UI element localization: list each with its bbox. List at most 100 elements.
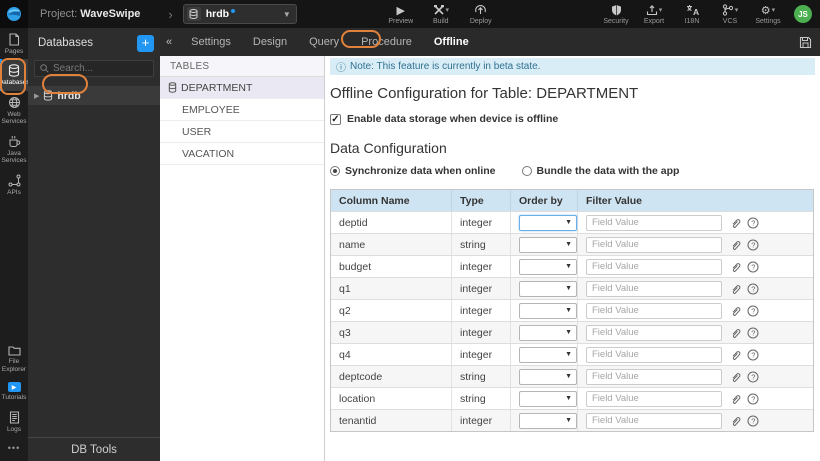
order-by-select[interactable]: ▼	[519, 280, 577, 297]
log-file-icon	[9, 410, 19, 424]
header-column-name: Column Name	[331, 190, 452, 211]
filter-value-input[interactable]	[586, 280, 722, 297]
vcs-button[interactable]: ▾ VCS	[714, 4, 746, 25]
export-button[interactable]: ▾ Export	[638, 4, 670, 25]
panel-title: Databases	[38, 37, 93, 49]
filter-value-input[interactable]	[586, 302, 722, 319]
bind-variable-paperclip-icon[interactable]	[730, 217, 741, 229]
table-item-department[interactable]: DEPARTMENT	[160, 77, 324, 99]
user-avatar[interactable]: JS	[794, 5, 812, 23]
tab-offline[interactable]: Offline	[423, 28, 480, 56]
table-item-employee[interactable]: EMPLOYEE	[160, 99, 324, 121]
help-icon[interactable]: ?	[747, 393, 759, 405]
tab-query[interactable]: Query	[298, 28, 350, 56]
row-actions: ?	[730, 283, 759, 295]
database-search-input[interactable]: Search...	[34, 60, 154, 77]
preview-button[interactable]: ▶ Preview	[385, 4, 417, 25]
bind-variable-paperclip-icon[interactable]	[730, 239, 741, 251]
chevron-down-icon: ▼	[565, 351, 572, 358]
more-options-icon[interactable]: •••	[0, 437, 28, 461]
security-button[interactable]: Security	[600, 4, 632, 25]
wavemaker-logo[interactable]	[0, 0, 28, 28]
deploy-cloud-icon	[474, 4, 487, 17]
help-icon[interactable]: ?	[747, 217, 759, 229]
sidebar-item-pages[interactable]: Pages	[0, 28, 28, 59]
order-by-select[interactable]: ▼	[519, 302, 577, 319]
row-actions: ?	[730, 217, 759, 229]
cell-filter-value: ?	[578, 212, 813, 233]
filter-value-input[interactable]	[586, 214, 722, 231]
svg-text:?: ?	[751, 262, 755, 271]
sidebar-item-web-services[interactable]: Web Services	[0, 91, 28, 130]
filter-value-input[interactable]	[586, 258, 722, 275]
cell-order-by: ▼	[511, 256, 578, 277]
order-by-select[interactable]: ▼	[519, 324, 577, 341]
tab-design[interactable]: Design	[242, 28, 298, 56]
collapse-panel-icon[interactable]: «	[160, 36, 180, 48]
bind-variable-paperclip-icon[interactable]	[730, 349, 741, 361]
filter-value-input[interactable]	[586, 412, 722, 429]
add-database-button[interactable]: +	[137, 34, 154, 52]
chevron-down-icon: ▾	[734, 7, 739, 14]
chevron-down-icon: ▼	[565, 329, 572, 336]
order-by-select[interactable]: ▼	[519, 236, 577, 253]
deploy-button[interactable]: Deploy	[465, 4, 497, 25]
radio-synchronize-online[interactable]: Synchronize data when online	[330, 165, 496, 177]
sidebar-item-file-explorer[interactable]: File Explorer	[0, 340, 28, 377]
filter-value-input[interactable]	[586, 346, 722, 363]
table-icon	[168, 82, 177, 93]
database-tree-item-hrdb[interactable]: ▶ hrdb	[28, 86, 160, 105]
save-icon[interactable]	[799, 36, 812, 49]
order-by-select[interactable]: ▼	[519, 258, 577, 275]
order-by-select[interactable]: ▼	[519, 346, 577, 363]
help-icon[interactable]: ?	[747, 305, 759, 317]
sidebar-item-apis[interactable]: APIs	[0, 169, 28, 200]
i18n-button[interactable]: A I18N	[676, 4, 708, 25]
shield-icon	[611, 4, 622, 17]
bind-variable-paperclip-icon[interactable]	[730, 283, 741, 295]
cell-filter-value: ?	[578, 278, 813, 299]
db-tools-button[interactable]: DB Tools	[28, 437, 160, 461]
order-by-select[interactable]: ▼	[519, 412, 577, 429]
help-icon[interactable]: ?	[747, 349, 759, 361]
table-item-user[interactable]: USER	[160, 121, 324, 143]
api-connector-icon	[8, 174, 20, 187]
tab-procedure[interactable]: Procedure	[350, 28, 423, 56]
table-item-vacation[interactable]: VACATION	[160, 143, 324, 165]
expand-arrow-icon[interactable]: ▶	[34, 92, 39, 100]
bind-variable-paperclip-icon[interactable]	[730, 305, 741, 317]
build-button[interactable]: ▾ Build	[425, 4, 457, 25]
help-icon[interactable]: ?	[747, 261, 759, 273]
help-icon[interactable]: ?	[747, 239, 759, 251]
branch-icon: ▾	[722, 4, 739, 17]
filter-value-input[interactable]	[586, 368, 722, 385]
filter-value-input[interactable]	[586, 390, 722, 407]
filter-value-input[interactable]	[586, 324, 722, 341]
bind-variable-paperclip-icon[interactable]	[730, 371, 741, 383]
tab-settings[interactable]: Settings	[180, 28, 242, 56]
bind-variable-paperclip-icon[interactable]	[730, 393, 741, 405]
database-selector-dropdown[interactable]: hrdb ▼	[182, 4, 297, 24]
order-by-select[interactable]: ▼	[519, 214, 577, 231]
sidebar-item-java-services[interactable]: Java Services	[0, 130, 28, 169]
selected-database-name: hrdb	[205, 8, 230, 20]
bind-variable-paperclip-icon[interactable]	[730, 327, 741, 339]
help-icon[interactable]: ?	[747, 327, 759, 339]
sidebar-item-tutorials[interactable]: ▶ Tutorials	[0, 377, 28, 405]
sidebar-item-logs[interactable]: Logs	[0, 406, 28, 437]
order-by-select[interactable]: ▼	[519, 368, 577, 385]
bind-variable-paperclip-icon[interactable]	[730, 415, 741, 427]
settings-button[interactable]: ⚙ ▾ Settings	[752, 4, 784, 25]
cell-type: string	[452, 234, 511, 255]
bind-variable-paperclip-icon[interactable]	[730, 261, 741, 273]
database-icon	[8, 64, 20, 78]
help-icon[interactable]: ?	[747, 283, 759, 295]
export-icon: ▾	[646, 4, 662, 17]
filter-value-input[interactable]	[586, 236, 722, 253]
help-icon[interactable]: ?	[747, 371, 759, 383]
help-icon[interactable]: ?	[747, 415, 759, 427]
sidebar-item-databases[interactable]: Databases	[0, 59, 30, 91]
order-by-select[interactable]: ▼	[519, 390, 577, 407]
enable-offline-checkbox[interactable]: ✓	[330, 113, 341, 125]
radio-bundle-with-app[interactable]: Bundle the data with the app	[521, 165, 679, 177]
